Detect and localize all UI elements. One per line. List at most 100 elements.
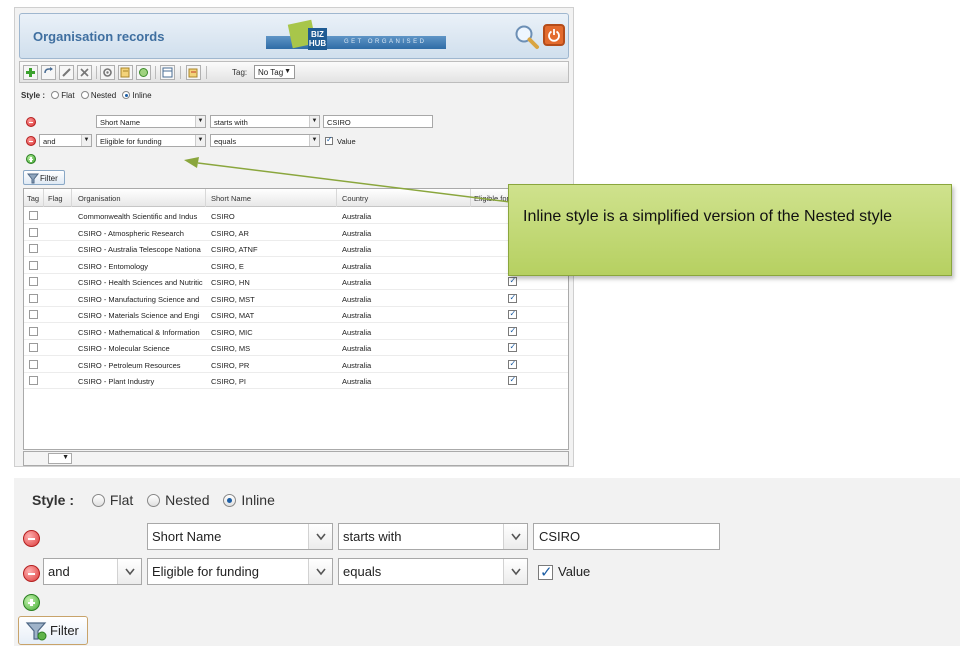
chevron-down-icon bbox=[308, 524, 332, 549]
tag-icon[interactable] bbox=[186, 65, 201, 80]
column-header-tag[interactable]: Tag bbox=[27, 194, 39, 203]
value-input[interactable]: CSIRO bbox=[323, 115, 433, 128]
eligible-checkbox[interactable] bbox=[508, 293, 517, 303]
table-row[interactable]: CSIRO - Health Sciences and Nutritic CSIR… bbox=[24, 274, 568, 290]
value-checkbox[interactable] bbox=[325, 135, 333, 145]
field-select[interactable]: Short Name ▼ bbox=[96, 115, 206, 128]
report-icon[interactable] bbox=[118, 65, 133, 80]
table-row[interactable]: CSIRO - Australia Telescope Nationa CSIRO… bbox=[24, 241, 568, 257]
operator-select[interactable]: starts with ▼ bbox=[210, 115, 320, 128]
style-flat-radio[interactable] bbox=[51, 91, 60, 99]
toolbar-divider bbox=[155, 66, 156, 79]
style-nested-radio[interactable] bbox=[147, 494, 161, 507]
remove-condition-icon[interactable] bbox=[26, 117, 36, 127]
cell-country: Australia bbox=[342, 261, 372, 271]
tag-select[interactable]: No Tag ▼ bbox=[254, 65, 295, 79]
cell-organisation: CSIRO - Health Sciences and Nutritic bbox=[78, 278, 203, 287]
chevron-down-icon: ▼ bbox=[195, 116, 205, 127]
delete-icon[interactable] bbox=[77, 65, 92, 80]
table-row[interactable]: Commonwealth Scientific and Indus CSIRO Au… bbox=[24, 208, 568, 224]
remove-condition-icon[interactable] bbox=[26, 136, 36, 146]
style-flat-label: Flat bbox=[61, 91, 75, 100]
column-header-flag[interactable]: Flag bbox=[48, 194, 63, 203]
field-select[interactable]: Eligible for funding ▼ bbox=[96, 134, 206, 147]
row-tag-checkbox[interactable] bbox=[29, 376, 38, 385]
row-tag-checkbox[interactable] bbox=[29, 227, 38, 237]
style-inline-radio[interactable] bbox=[223, 494, 237, 507]
column-header-short-name[interactable]: Short Name bbox=[211, 194, 251, 203]
operator-select[interactable]: equals bbox=[338, 558, 528, 585]
row-tag-checkbox[interactable] bbox=[29, 326, 38, 336]
row-tag-checkbox[interactable] bbox=[29, 343, 38, 352]
table-row[interactable]: CSIRO - Molecular Science CSIRO, MS Austra… bbox=[24, 340, 568, 356]
eligible-checkbox[interactable] bbox=[508, 276, 517, 286]
brand-logo: BIZ HUB bbox=[308, 28, 327, 50]
cell-short-name: CSIRO, AR bbox=[211, 228, 249, 238]
column-header-eligible[interactable]: Eligible for bbox=[474, 194, 509, 203]
sync-icon[interactable] bbox=[136, 65, 151, 80]
power-icon[interactable] bbox=[543, 24, 565, 46]
add-condition-icon[interactable] bbox=[26, 154, 36, 164]
field-select[interactable]: Eligible for funding bbox=[147, 558, 333, 585]
style-selector: Style : Flat Nested Inline bbox=[32, 492, 281, 508]
style-flat-radio[interactable] bbox=[91, 494, 105, 507]
column-header-organisation[interactable]: Organisation bbox=[78, 194, 121, 203]
table-row[interactable]: CSIRO - Mathematical & Information CSIRO,… bbox=[24, 324, 568, 340]
value-input[interactable]: CSIRO bbox=[533, 523, 720, 550]
columns-icon[interactable] bbox=[160, 65, 175, 80]
column-header-country[interactable]: Country bbox=[342, 194, 368, 203]
row-tag-checkbox[interactable] bbox=[29, 277, 38, 286]
field-select[interactable]: Short Name bbox=[147, 523, 333, 550]
cell-organisation: Commonwealth Scientific and Indus bbox=[78, 212, 198, 221]
eligible-checkbox[interactable] bbox=[508, 359, 517, 369]
remove-condition-icon[interactable] bbox=[23, 530, 40, 547]
eligible-checkbox[interactable] bbox=[508, 309, 517, 319]
conjunction-select[interactable]: and bbox=[43, 558, 142, 585]
row-tag-checkbox[interactable] bbox=[29, 310, 38, 319]
settings-icon[interactable] bbox=[100, 65, 115, 80]
row-tag-checkbox[interactable] bbox=[29, 293, 38, 303]
table-row[interactable]: CSIRO - Plant Industry CSIRO, PI Australia bbox=[24, 373, 568, 389]
style-nested-radio[interactable] bbox=[80, 91, 89, 99]
cell-country: Australia bbox=[342, 212, 372, 221]
filter-button[interactable]: Filter bbox=[23, 170, 65, 185]
chevron-down-icon bbox=[503, 559, 527, 584]
chevron-down-icon: ▼ bbox=[62, 454, 69, 461]
row-tag-checkbox[interactable] bbox=[29, 211, 38, 220]
add-record-icon[interactable] bbox=[23, 65, 38, 80]
toolbar-divider bbox=[206, 66, 207, 79]
eligible-checkbox[interactable] bbox=[508, 375, 517, 385]
conjunction-select[interactable]: and ▼ bbox=[39, 134, 92, 147]
table-row[interactable]: CSIRO - Atmospheric Research CSIRO, AR Aus… bbox=[24, 225, 568, 241]
filter-button[interactable]: Filter bbox=[18, 616, 88, 645]
remove-condition-icon[interactable] bbox=[23, 565, 40, 582]
table-row[interactable]: CSIRO - Petroleum Resources CSIRO, PR Aust… bbox=[24, 357, 568, 373]
cell-country: Australia bbox=[342, 294, 372, 304]
conjunction-select-value: and bbox=[43, 137, 56, 146]
filter-panel-zoomed: Style : Flat Nested Inline Short Name st… bbox=[14, 478, 960, 646]
style-inline-radio[interactable] bbox=[122, 91, 131, 99]
page-title: Organisation records bbox=[33, 29, 165, 44]
operator-select-value: equals bbox=[343, 564, 382, 579]
operator-select[interactable]: starts with bbox=[338, 523, 528, 550]
table-row[interactable]: CSIRO - Manufacturing Science and CSIRO, … bbox=[24, 291, 568, 307]
row-tag-checkbox[interactable] bbox=[29, 244, 38, 253]
refresh-icon[interactable] bbox=[41, 65, 56, 80]
eligible-checkbox[interactable] bbox=[508, 326, 517, 336]
add-condition-icon[interactable] bbox=[23, 594, 40, 611]
search-icon[interactable] bbox=[514, 24, 540, 50]
page-size-select[interactable]: ▼ bbox=[48, 453, 72, 464]
operator-select[interactable]: equals ▼ bbox=[210, 134, 320, 147]
column-divider bbox=[470, 189, 471, 207]
row-tag-checkbox[interactable] bbox=[29, 260, 38, 270]
table-row[interactable]: CSIRO - Entomology CSIRO, E Australia bbox=[24, 258, 568, 274]
cell-country: Australia bbox=[342, 228, 372, 238]
filter-icon bbox=[27, 173, 39, 184]
eligible-checkbox[interactable] bbox=[508, 342, 517, 352]
cell-organisation: CSIRO - Molecular Science bbox=[78, 344, 170, 353]
edit-icon[interactable] bbox=[59, 65, 74, 80]
row-tag-checkbox[interactable] bbox=[29, 359, 38, 369]
value-checkbox[interactable] bbox=[538, 563, 553, 581]
title-bar: Organisation records BIZ HUB GET ORGANIS… bbox=[19, 13, 569, 59]
table-row[interactable]: CSIRO - Materials Science and Engi CSIRO,… bbox=[24, 307, 568, 323]
